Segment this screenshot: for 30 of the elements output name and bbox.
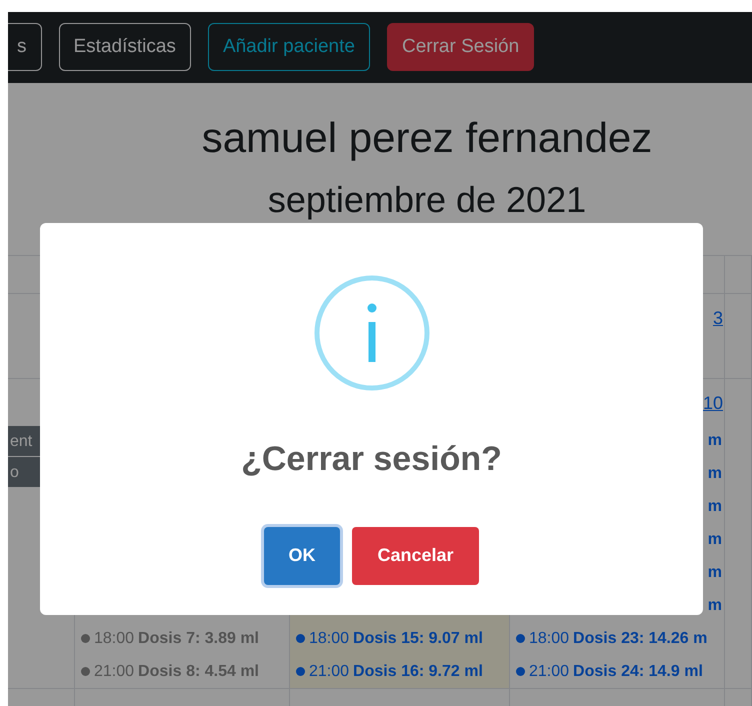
dose-label: m bbox=[708, 464, 722, 484]
dose-label: Dosis 23: 14.26 m bbox=[573, 628, 708, 649]
dose-time: 21:00 bbox=[529, 662, 570, 682]
dose-label: Dosis 7: 3.89 ml bbox=[138, 628, 259, 649]
cancel-button[interactable]: Cancelar bbox=[352, 526, 479, 585]
nav-button[interactable]: Añadir paciente bbox=[208, 23, 370, 71]
dose-label: m bbox=[708, 496, 722, 517]
dose-label: m bbox=[708, 430, 722, 451]
dose-label: m bbox=[708, 596, 722, 616]
day-number-link[interactable]: 10 bbox=[702, 390, 724, 415]
dose-label: Dosis 24: 14.9 ml bbox=[573, 662, 703, 682]
dialog-title: ¿Cerrar sesión? bbox=[241, 439, 502, 480]
month-title: septiembre de 2021 bbox=[266, 178, 588, 222]
day-number-link[interactable]: 3 bbox=[712, 306, 724, 330]
dose-time: 18:00 bbox=[94, 628, 134, 649]
ok-button[interactable]: OK bbox=[264, 526, 340, 585]
dose-label: Dosis 16: 9.72 ml bbox=[353, 662, 483, 682]
nav-button[interactable]: Cerrar Sesión bbox=[386, 23, 534, 71]
dose-label: m bbox=[708, 530, 722, 550]
nav-button[interactable]: Estadísticas bbox=[58, 23, 191, 71]
info-icon bbox=[314, 275, 430, 391]
dose-label: Dosis 8: 4.54 ml bbox=[138, 662, 259, 682]
dose-time: 21:00 bbox=[309, 662, 350, 682]
nav-button[interactable]: s bbox=[8, 23, 42, 71]
patient-name: samuel perez fernandez bbox=[200, 113, 654, 163]
dose-time: 18:00 bbox=[529, 628, 570, 649]
dose-time: 18:00 bbox=[309, 628, 350, 649]
dose-label: Dosis 15: 9.07 ml bbox=[353, 628, 483, 649]
dose-label: m bbox=[708, 562, 722, 583]
dose-time: 21:00 bbox=[94, 662, 134, 682]
